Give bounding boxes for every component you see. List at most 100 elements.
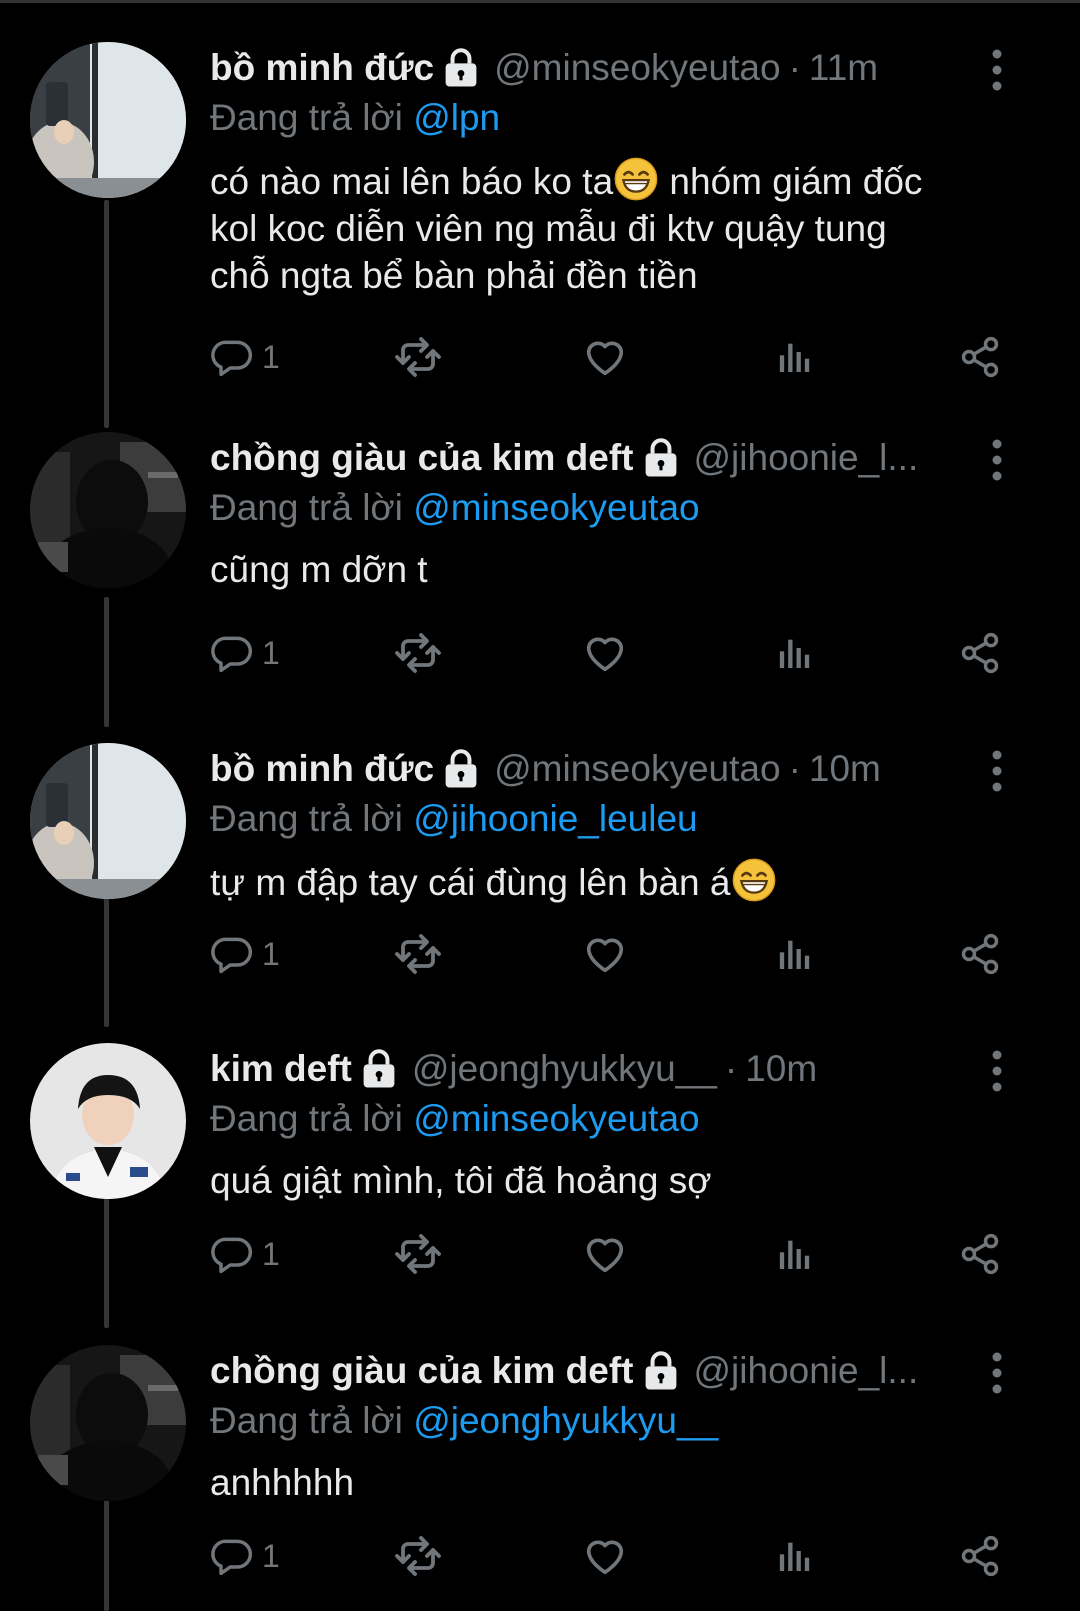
tweet[interactable]: kim deft @jeonghyukkyu__ · 10m Đang trả … [0, 1043, 1080, 1345]
share-button[interactable] [958, 333, 1002, 381]
lock-icon [360, 1049, 398, 1089]
reply-button[interactable]: 1 [210, 333, 280, 381]
heart-icon [582, 630, 628, 676]
reply-icon [210, 1534, 254, 1578]
display-name[interactable]: kim deft [210, 1043, 352, 1095]
grinning-face-emoji [613, 156, 659, 202]
reply-count: 1 [262, 634, 280, 671]
share-icon [958, 335, 1002, 379]
timestamp[interactable]: 11m [809, 42, 878, 94]
more-vertical-icon[interactable] [984, 48, 1010, 92]
grinning-face-emoji [731, 857, 777, 903]
top-divider [0, 0, 1080, 3]
like-button[interactable] [582, 333, 628, 381]
tweet-text: tự m đập tay cái đùng lên bàn á [210, 857, 1010, 906]
more-vertical-icon[interactable] [984, 1351, 1010, 1395]
lock-icon [442, 48, 480, 88]
views-button[interactable] [774, 1532, 814, 1580]
reply-mention[interactable]: @lpn [413, 97, 500, 138]
heart-icon [582, 1231, 628, 1277]
timestamp[interactable]: 10m [745, 1043, 817, 1095]
more-vertical-icon[interactable] [984, 438, 1010, 482]
display-name[interactable]: bồ minh đức [210, 743, 434, 795]
tweet-header: kim deft @jeonghyukkyu__ · 10m [210, 1043, 1010, 1095]
tweet-text-part: tự m đập tay cái đùng lên bàn á [210, 862, 731, 903]
retweet-button[interactable] [394, 930, 442, 978]
share-button[interactable] [958, 1532, 1002, 1580]
tweet[interactable]: chồng giàu của kim deft @jihoonie_l... Đ… [0, 432, 1080, 734]
timestamp[interactable]: 10m [809, 743, 881, 795]
reply-button[interactable]: 1 [210, 1230, 280, 1278]
action-bar: 1 [210, 333, 1010, 381]
reply-prefix: Đang trả lời [210, 1400, 403, 1441]
avatar[interactable] [30, 743, 186, 899]
tweet-text: quá giật mình, tôi đã hoảng sợ [210, 1157, 1010, 1204]
like-button[interactable] [582, 930, 628, 978]
analytics-icon [774, 337, 814, 377]
separator-dot: · [788, 748, 801, 789]
tweet[interactable]: bồ minh đức @minseokyeutao · 11m Đang tr… [0, 42, 1080, 344]
lock-icon [442, 749, 480, 789]
views-button[interactable] [774, 629, 814, 677]
display-name[interactable]: chồng giàu của kim deft [210, 432, 634, 484]
share-button[interactable] [958, 930, 1002, 978]
user-handle[interactable]: @jihoonie_l... [694, 432, 919, 484]
retweet-button[interactable] [394, 629, 442, 677]
reply-button[interactable]: 1 [210, 1532, 280, 1580]
reply-prefix: Đang trả lời [210, 487, 403, 528]
heart-icon [582, 334, 628, 380]
like-button[interactable] [582, 1230, 628, 1278]
retweet-button[interactable] [394, 1230, 442, 1278]
reply-button[interactable]: 1 [210, 930, 280, 978]
user-handle[interactable]: @minseokyeutao [494, 42, 780, 94]
action-bar: 1 [210, 930, 1010, 978]
tweet[interactable]: bồ minh đức @minseokyeutao · 10m Đang tr… [0, 743, 1080, 1045]
display-name[interactable]: chồng giàu của kim deft [210, 1345, 634, 1397]
reply-icon [210, 335, 254, 379]
tweet-text: cũng m dỡn t [210, 546, 1010, 593]
like-button[interactable] [582, 629, 628, 677]
views-button[interactable] [774, 930, 814, 978]
heart-icon [582, 1533, 628, 1579]
analytics-icon [774, 1536, 814, 1576]
separator-dot: · [788, 47, 801, 88]
avatar[interactable] [30, 1345, 186, 1501]
views-button[interactable] [774, 1230, 814, 1278]
display-name[interactable]: bồ minh đức [210, 42, 434, 94]
share-icon [958, 1534, 1002, 1578]
reply-context: Đang trả lời @jeonghyukkyu__ [210, 1397, 1010, 1445]
retweet-icon [394, 333, 442, 381]
avatar[interactable] [30, 1043, 186, 1199]
retweet-button[interactable] [394, 1532, 442, 1580]
analytics-icon [774, 934, 814, 974]
tweet[interactable]: chồng giàu của kim deft @jihoonie_l... Đ… [0, 1345, 1080, 1611]
reply-icon [210, 1232, 254, 1276]
reply-count: 1 [262, 1537, 280, 1574]
reply-prefix: Đang trả lời [210, 1098, 403, 1139]
more-vertical-icon[interactable] [984, 749, 1010, 793]
reply-mention[interactable]: @minseokyeutao [413, 487, 699, 528]
reply-mention[interactable]: @minseokyeutao [413, 1098, 699, 1139]
reply-mention[interactable]: @jihoonie_leuleu [413, 798, 697, 839]
tweet-text-part: cũng m dỡn t [210, 549, 428, 590]
tweet-header: chồng giàu của kim deft @jihoonie_l... [210, 1345, 1010, 1397]
lock-icon [642, 1351, 680, 1391]
reply-mention[interactable]: @jeonghyukkyu__ [413, 1400, 718, 1441]
user-handle[interactable]: @jeonghyukkyu__ [412, 1043, 717, 1095]
reply-prefix: Đang trả lời [210, 97, 403, 138]
avatar[interactable] [30, 42, 186, 198]
action-bar: 1 [210, 1532, 1010, 1580]
user-handle[interactable]: @minseokyeutao [494, 743, 780, 795]
retweet-icon [394, 629, 442, 677]
share-button[interactable] [958, 1230, 1002, 1278]
retweet-button[interactable] [394, 333, 442, 381]
share-button[interactable] [958, 629, 1002, 677]
user-handle[interactable]: @jihoonie_l... [694, 1345, 919, 1397]
tweet-text-part: quá giật mình, tôi đã hoảng sợ [210, 1160, 712, 1201]
more-vertical-icon[interactable] [984, 1049, 1010, 1093]
views-button[interactable] [774, 333, 814, 381]
avatar[interactable] [30, 432, 186, 588]
reply-button[interactable]: 1 [210, 629, 280, 677]
tweet-text-part: anhhhhh [210, 1462, 355, 1503]
like-button[interactable] [582, 1532, 628, 1580]
